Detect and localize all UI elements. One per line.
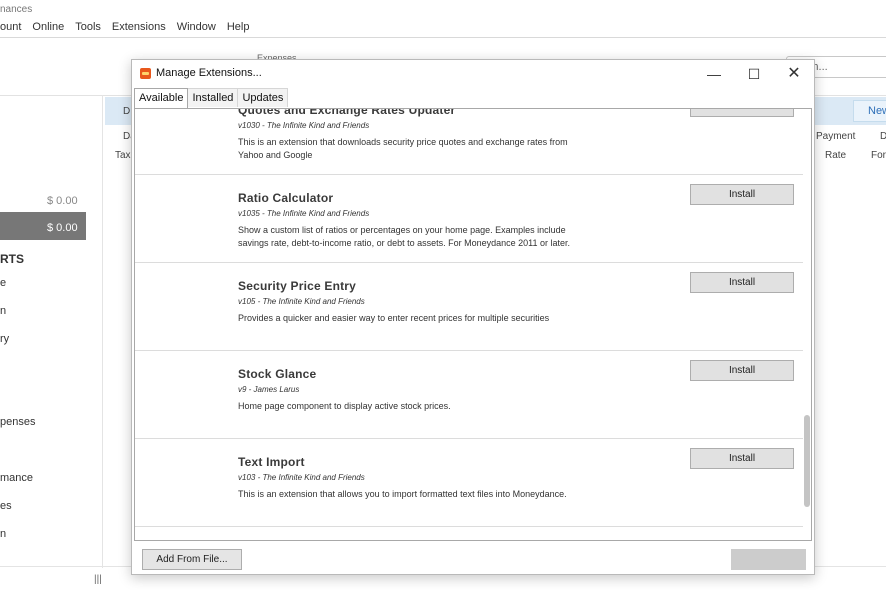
extension-list[interactable]: Quotes and Exchange Rates Updater v1030 … [134,108,812,541]
maximize-button[interactable]: ☐ [735,60,773,88]
menu-bar: ount Online Tools Extensions Window Help [0,21,260,37]
sidebar-selected-item[interactable]: $ 0.00 [0,212,86,240]
minimize-button[interactable]: — [695,60,733,88]
install-button[interactable]: Install [690,184,794,205]
sidebar-amount: $ 0.00 [47,195,78,207]
minimize-icon: — [707,66,721,82]
install-button[interactable]: Install [690,109,794,117]
extension-name: Ratio Calculator [238,191,334,205]
sidebar-reports-heading: RTS [0,252,24,266]
register-col-tax: Tax [115,150,131,161]
menu-tools[interactable]: Tools [75,21,107,37]
moneydance-logo-icon [140,68,151,79]
menu-window[interactable]: Window [177,21,222,37]
install-button[interactable]: Install [690,448,794,469]
extension-description: Show a custom list of ratios or percenta… [238,225,571,248]
menu-extensions[interactable]: Extensions [112,21,172,37]
install-button[interactable]: Install [690,360,794,381]
register-col-d: D [123,106,131,117]
split-grip-icon[interactable]: ||| [94,574,102,585]
scrollbar[interactable] [803,109,811,540]
extension-version: v105 - The Infinite Kind and Friends [238,297,365,306]
list-item: Text Import v103 - The Infinite Kind and… [135,439,803,527]
tab-available[interactable]: Available [134,88,189,108]
manage-extensions-dialog: Manage Extensions... — ☐ ✕ Available Ins… [131,59,815,575]
sidebar-item[interactable]: n [0,528,6,540]
menu-help[interactable]: Help [227,21,256,37]
list-item: Quotes and Exchange Rates Updater v1030 … [135,108,803,175]
extension-description: Provides a quicker and easier way to ent… [238,313,550,323]
register-col-for: For [871,150,886,161]
extension-name: Stock Glance [238,367,317,381]
extension-description: Home page component to display active st… [238,401,451,411]
extension-version: v103 - The Infinite Kind and Friends [238,473,365,482]
extension-list-content: Quotes and Exchange Rates Updater v1030 … [135,108,803,527]
extension-description: This is an extension that downloads secu… [238,137,568,160]
list-item: Stock Glance v9 - James Larus Home page … [135,351,803,439]
sidebar-item[interactable]: ry [0,333,9,345]
register-col-payment: Payment [816,131,856,142]
tab-installed[interactable]: Installed [187,88,239,107]
new-transaction-button[interactable]: New [853,100,886,122]
disabled-action-button [731,549,806,570]
list-item: Ratio Calculator v1035 - The Infinite Ki… [135,175,803,263]
extension-version: v9 - James Larus [238,385,300,394]
register-col-rate: Rate [825,150,847,161]
sidebar-item[interactable]: es [0,500,12,512]
close-icon: ✕ [787,65,801,82]
scrollbar-thumb[interactable] [804,415,810,507]
sidebar-item[interactable]: mance [0,472,33,484]
extension-version: v1035 - The Infinite Kind and Friends [238,209,370,218]
menu-online[interactable]: Online [32,21,70,37]
sidebar-item[interactable]: e [0,277,6,289]
dialog-titlebar[interactable]: Manage Extensions... — ☐ ✕ [132,60,814,88]
tab-updates[interactable]: Updates [237,88,289,107]
menu-account[interactable]: ount [0,21,27,37]
dialog-title: Manage Extensions... [156,67,262,79]
menu-divider [0,37,886,38]
sidebar-divider [102,95,103,568]
close-button[interactable]: ✕ [775,60,813,88]
maximize-icon: ☐ [747,66,761,82]
register-col-d-right: D [880,131,886,142]
extension-name: Quotes and Exchange Rates Updater [238,108,456,117]
extension-description: This is an extension that allows you to … [238,489,567,499]
extension-name: Text Import [238,455,305,469]
sidebar-item[interactable]: n [0,305,6,317]
extension-name: Security Price Entry [238,279,357,293]
app-title: nances [0,4,33,15]
install-button[interactable]: Install [690,272,794,293]
sidebar-item[interactable]: penses [0,416,35,428]
extension-tabs: Available Installed Updates [134,88,289,108]
list-item: Security Price Entry v105 - The Infinite… [135,263,803,351]
add-from-file-button[interactable]: Add From File... [142,549,242,570]
extension-version: v1030 - The Infinite Kind and Friends [238,121,370,130]
